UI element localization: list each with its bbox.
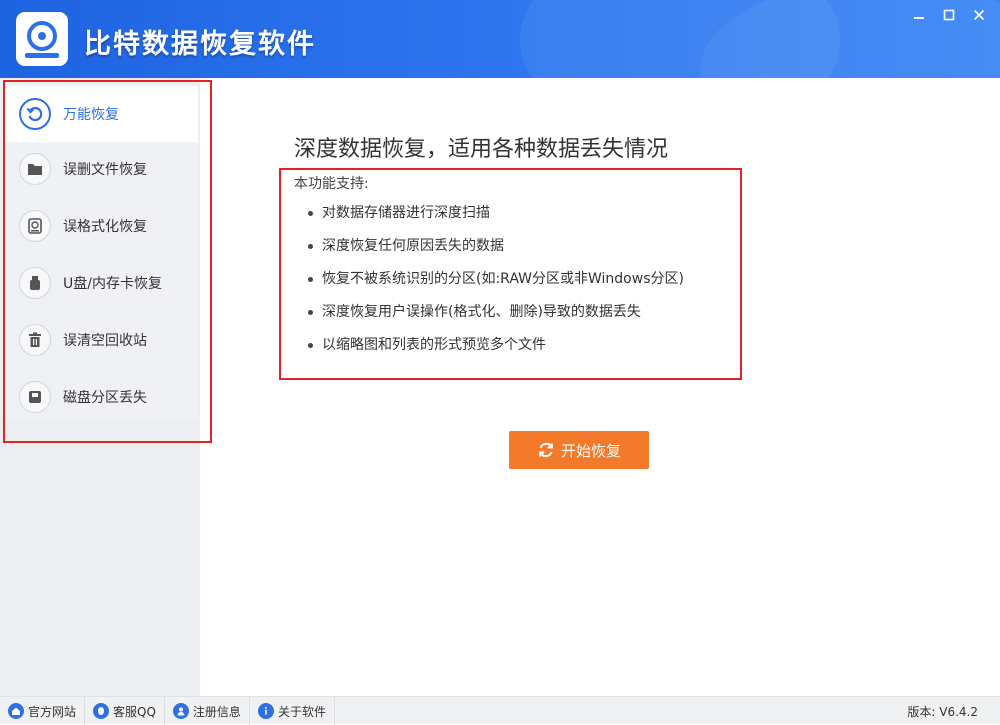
sidebar-item-partition-loss[interactable]: 磁盘分区丢失 [4,369,198,425]
usb-drive-icon [19,267,51,299]
maximize-icon [943,6,955,25]
sidebar-item-deleted-file-recovery[interactable]: 误删文件恢复 [4,141,198,197]
list-item: 以缩略图和列表的形式预览多个文件 [308,335,684,368]
status-bar: 官方网站 客服QQ 注册信息 关于软件 版本: V6.4.2 [0,696,1000,725]
trash-icon [19,324,51,356]
sidebar-item-universal-recovery[interactable]: 万能恢复 [4,86,198,142]
bullet-icon [308,244,313,249]
bullet-icon [308,343,313,348]
minimize-button[interactable] [904,2,934,28]
feature-text: 深度恢复用户误操作(格式化、删除)导致的数据丢失 [322,304,641,320]
page-title: 深度数据恢复，适用各种数据丢失情况 [294,137,669,162]
list-item: 恢复不被系统识别的分区(如:RAW分区或非Windows分区) [308,269,684,302]
bullet-icon [308,310,313,315]
close-button[interactable] [964,2,994,28]
restore-icon [19,98,51,130]
refresh-icon [537,441,555,459]
close-icon [973,6,985,25]
version-label: 版本: V6.4.2 [907,704,978,719]
sidebar-item-format-recovery[interactable]: 误格式化恢复 [4,198,198,254]
window-controls [904,2,994,28]
feature-list: 对数据存储器进行深度扫描 深度恢复任何原因丢失的数据 恢复不被系统识别的分区(如… [308,203,684,368]
registration-info-link[interactable]: 注册信息 [165,697,250,725]
sidebar-item-usb-card-recovery[interactable]: U盘/内存卡恢复 [4,255,198,311]
user-icon [172,703,189,719]
minimize-icon [913,6,925,25]
footer-link-label: 注册信息 [192,704,241,719]
footer-link-label: 关于软件 [277,704,326,719]
feature-text: 以缩略图和列表的形式预览多个文件 [322,337,546,353]
disk-format-icon [19,210,51,242]
sidebar-item-label: U盘/内存卡恢复 [63,276,162,292]
feature-text: 深度恢复任何原因丢失的数据 [322,238,504,254]
sidebar-item-label: 误格式化恢复 [63,219,147,235]
start-button-label: 开始恢复 [560,441,621,460]
title-bar: 比特数据恢复软件 [0,0,1000,78]
app-logo-icon [16,12,68,66]
home-icon [8,703,24,719]
maximize-button[interactable] [934,2,964,28]
list-item: 深度恢复用户误操作(格式化、删除)导致的数据丢失 [308,302,684,335]
list-item: 对数据存储器进行深度扫描 [308,203,684,236]
partition-icon [19,381,51,413]
sidebar-list: 万能恢复 误删文件恢复 误格式化恢复 U盘/内存卡恢复 误清空回收站 磁盘分区丢… [4,84,198,420]
app-title: 比特数据恢复软件 [84,29,316,60]
sidebar-item-recycle-bin-recovery[interactable]: 误清空回收站 [4,312,198,368]
list-item: 深度恢复任何原因丢失的数据 [308,236,684,269]
official-website-link[interactable]: 官方网站 [0,697,86,725]
footer-link-label: 客服QQ [113,704,156,719]
start-recovery-button[interactable]: 开始恢复 [509,431,649,469]
footer-link-label: 官方网站 [28,704,77,719]
sidebar-item-label: 万能恢复 [63,107,119,123]
sidebar-item-label: 磁盘分区丢失 [63,390,147,406]
bullet-icon [308,277,313,282]
feature-text: 恢复不被系统识别的分区(如:RAW分区或非Windows分区) [322,271,684,287]
customer-service-qq-link[interactable]: 客服QQ [85,697,165,725]
about-software-link[interactable]: 关于软件 [250,697,335,725]
feature-text: 对数据存储器进行深度扫描 [322,205,490,221]
folder-icon [19,153,51,185]
support-label: 本功能支持: [294,176,369,192]
footer-links: 官方网站 客服QQ 注册信息 关于软件 [0,697,335,725]
qq-icon [93,703,110,719]
bullet-icon [308,211,313,216]
info-icon [257,703,274,719]
sidebar-item-label: 误清空回收站 [63,333,147,349]
sidebar: 万能恢复 误删文件恢复 误格式化恢复 U盘/内存卡恢复 误清空回收站 磁盘分区丢… [0,78,200,696]
sidebar-item-label: 误删文件恢复 [63,162,147,178]
